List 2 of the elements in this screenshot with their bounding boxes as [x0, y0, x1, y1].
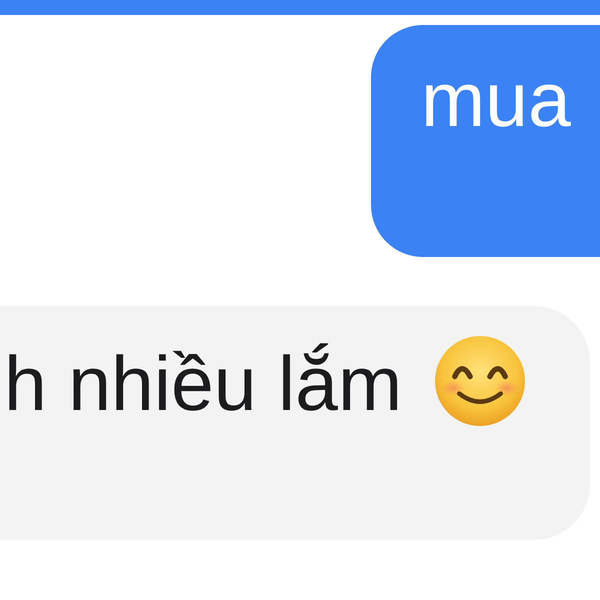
message-text: mua — [421, 62, 571, 139]
smiling-face-icon — [435, 336, 526, 426]
